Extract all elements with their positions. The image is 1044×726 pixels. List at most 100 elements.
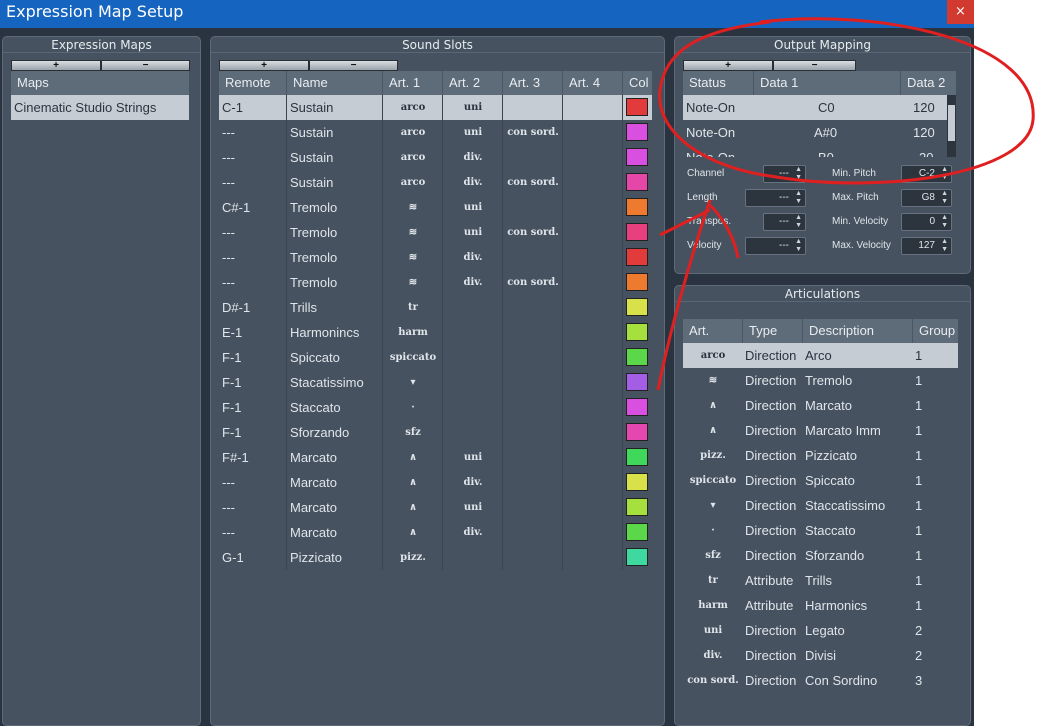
stepper-icon[interactable]: ▲ ▼ xyxy=(795,190,802,206)
channel-field[interactable]: --- ▲ ▼ xyxy=(763,165,806,183)
slot-color-swatch[interactable] xyxy=(626,448,648,466)
slot-color-swatch[interactable] xyxy=(626,398,648,416)
sound-slot-row[interactable]: --- Tremolo ≋ div. con sord. xyxy=(219,270,652,295)
slot-color-swatch[interactable] xyxy=(626,123,648,141)
sound-slot-row[interactable]: --- Marcato ∧ div. xyxy=(219,520,652,545)
slot-color-swatch[interactable] xyxy=(626,523,648,541)
max-pitch-field[interactable]: G8 ▲ ▼ xyxy=(901,189,952,207)
articulation-row[interactable]: uni Direction Legato 2 xyxy=(683,618,958,643)
articulation-row[interactable]: con sord. Direction Con Sordino 3 xyxy=(683,668,958,693)
sound-slot-row[interactable]: F#-1 Marcato ∧ uni xyxy=(219,445,652,470)
column-art1[interactable]: Art. 1 xyxy=(383,71,443,95)
column-description[interactable]: Description xyxy=(803,319,913,343)
slot-color-swatch[interactable] xyxy=(626,423,648,441)
max-velocity-field[interactable]: 127 ▲ ▼ xyxy=(901,237,952,255)
column-type[interactable]: Type xyxy=(743,319,803,343)
transpose-field[interactable]: --- ▲ ▼ xyxy=(763,213,806,231)
articulation-row[interactable]: div. Direction Divisi 2 xyxy=(683,643,958,668)
stepper-icon[interactable]: ▲ ▼ xyxy=(941,166,948,182)
column-art3[interactable]: Art. 3 xyxy=(503,71,563,95)
remove-output-button[interactable]: − xyxy=(773,60,856,71)
sound-slot-row[interactable]: F-1 Spiccato spiccato xyxy=(219,345,652,370)
articulation-row[interactable]: tr Attribute Trills 1 xyxy=(683,568,958,593)
sound-slot-row[interactable]: --- Tremolo ≋ div. xyxy=(219,245,652,270)
articulation-row[interactable]: harm Attribute Harmonics 1 xyxy=(683,593,958,618)
stepper-icon[interactable]: ▲ ▼ xyxy=(941,214,948,230)
slot-remote: --- xyxy=(222,525,235,540)
column-group[interactable]: Group xyxy=(913,319,958,343)
stepper-icon[interactable]: ▲ ▼ xyxy=(941,238,948,254)
articulation-row[interactable]: pizz. Direction Pizzicato 1 xyxy=(683,443,958,468)
column-art4[interactable]: Art. 4 xyxy=(563,71,623,95)
slot-color-swatch[interactable] xyxy=(626,223,648,241)
slot-color-swatch[interactable] xyxy=(626,323,648,341)
sound-slot-row[interactable]: E-1 Harmonincs harm xyxy=(219,320,652,345)
sound-slot-row[interactable]: C-1 Sustain arco uni xyxy=(219,95,652,120)
sound-slot-row[interactable]: --- Sustain arco div. con sord. xyxy=(219,170,652,195)
column-remote[interactable]: Remote xyxy=(219,71,287,95)
add-slot-button[interactable]: + xyxy=(219,60,309,71)
maps-column-header[interactable]: Maps xyxy=(11,71,189,95)
sound-slot-row[interactable]: --- Sustain arco uni con sord. xyxy=(219,120,652,145)
output-row[interactable]: Note-On C0 120 xyxy=(683,95,947,120)
min-pitch-field[interactable]: C-2 ▲ ▼ xyxy=(901,165,952,183)
close-button[interactable]: × xyxy=(947,0,974,24)
slot-color-swatch[interactable] xyxy=(626,473,648,491)
remove-slot-button[interactable]: − xyxy=(309,60,398,71)
column-data1[interactable]: Data 1 xyxy=(754,71,901,95)
stepper-icon[interactable]: ▲ ▼ xyxy=(795,214,802,230)
sound-slot-row[interactable]: --- Sustain arco div. xyxy=(219,145,652,170)
sound-slot-row[interactable]: F-1 Staccato · xyxy=(219,395,652,420)
slot-color-swatch[interactable] xyxy=(626,373,648,391)
slot-art1: ≋ xyxy=(408,202,418,213)
remove-map-button[interactable]: − xyxy=(101,60,190,71)
output-row[interactable]: Note-On A#0 120 xyxy=(683,120,947,145)
column-art[interactable]: Art. xyxy=(683,319,743,343)
slot-color-swatch[interactable] xyxy=(626,198,648,216)
stepper-icon[interactable]: ▲ ▼ xyxy=(941,190,948,206)
sound-slot-row[interactable]: G-1 Pizzicato pizz. xyxy=(219,545,652,570)
column-art2[interactable]: Art. 2 xyxy=(443,71,503,95)
add-output-button[interactable]: + xyxy=(683,60,773,71)
slot-color-swatch[interactable] xyxy=(626,98,648,116)
slot-color-swatch[interactable] xyxy=(626,298,648,316)
column-status[interactable]: Status xyxy=(683,71,754,95)
slot-color-swatch[interactable] xyxy=(626,173,648,191)
sound-slot-row[interactable]: --- Marcato ∧ div. xyxy=(219,470,652,495)
articulation-row[interactable]: arco Direction Arco 1 xyxy=(683,343,958,368)
articulation-row[interactable]: spiccato Direction Spiccato 1 xyxy=(683,468,958,493)
articulation-row[interactable]: ∧ Direction Marcato Imm 1 xyxy=(683,418,958,443)
articulation-row[interactable]: sfz Direction Sforzando 1 xyxy=(683,543,958,568)
articulation-row[interactable]: · Direction Staccato 1 xyxy=(683,518,958,543)
slot-color-swatch[interactable] xyxy=(626,348,648,366)
column-data2[interactable]: Data 2 xyxy=(901,71,956,95)
sound-slot-row[interactable]: F-1 Sforzando sfz xyxy=(219,420,652,445)
slot-color-swatch[interactable] xyxy=(626,148,648,166)
sound-slot-row[interactable]: C#-1 Tremolo ≋ uni xyxy=(219,195,652,220)
articulation-row[interactable]: ≋ Direction Tremolo 1 xyxy=(683,368,958,393)
articulation-row[interactable]: ▾ Direction Staccatissimo 1 xyxy=(683,493,958,518)
stepper-icon[interactable]: ▲ ▼ xyxy=(795,166,802,182)
sound-slot-row[interactable]: --- Marcato ∧ uni xyxy=(219,495,652,520)
slot-remote: G-1 xyxy=(222,550,244,565)
length-field[interactable]: --- ▲ ▼ xyxy=(745,189,806,207)
sound-slot-row[interactable]: D#-1 Trills tr xyxy=(219,295,652,320)
slot-art3: con sord. xyxy=(507,127,559,138)
articulation-row[interactable]: ∧ Direction Marcato 1 xyxy=(683,393,958,418)
output-row[interactable]: Note-On B0 20 xyxy=(683,145,947,157)
min-velocity-field[interactable]: 0 ▲ ▼ xyxy=(901,213,952,231)
add-map-button[interactable]: + xyxy=(11,60,101,71)
map-item[interactable]: Cinematic Studio Strings xyxy=(11,95,189,120)
output-scrollbar-thumb[interactable] xyxy=(948,105,955,141)
sound-slot-row[interactable]: --- Tremolo ≋ uni con sord. xyxy=(219,220,652,245)
stepper-icon[interactable]: ▲ ▼ xyxy=(795,238,802,254)
output-scrollbar[interactable] xyxy=(947,95,956,157)
slot-color-swatch[interactable] xyxy=(626,548,648,566)
slot-color-swatch[interactable] xyxy=(626,273,648,291)
column-color[interactable]: Col xyxy=(623,71,652,95)
velocity-field[interactable]: --- ▲ ▼ xyxy=(745,237,806,255)
column-name[interactable]: Name xyxy=(287,71,383,95)
sound-slot-row[interactable]: F-1 Stacatissimo ▾ xyxy=(219,370,652,395)
slot-color-swatch[interactable] xyxy=(626,498,648,516)
slot-color-swatch[interactable] xyxy=(626,248,648,266)
